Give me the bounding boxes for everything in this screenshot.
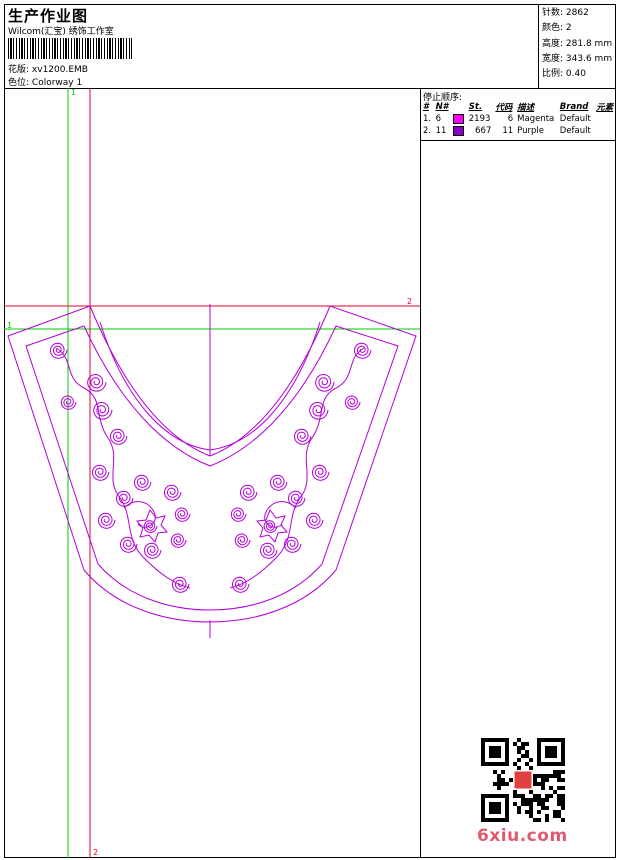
collar-embroidery (7, 304, 417, 638)
row-index: 1. (423, 114, 432, 124)
col-brand: Brand (559, 102, 589, 112)
row-brand: Default (559, 114, 591, 124)
design-file-value: xv1200.EMB (31, 65, 88, 75)
right-column-divider (420, 88, 421, 858)
spiral (315, 373, 335, 392)
collar-inner-outline (25, 325, 399, 611)
row-stitches: 667 (475, 126, 492, 136)
col-index: # (423, 102, 429, 112)
col-stitches: St. (468, 102, 483, 112)
spiral (109, 428, 128, 445)
row-swatch-cell (451, 125, 467, 137)
spiral (97, 512, 116, 529)
colorway-row: 色位: Colorway 1 (8, 75, 82, 88)
spiral (259, 542, 278, 559)
design-file-label: 花版: (8, 65, 30, 75)
spiral (293, 428, 312, 445)
row-index: 2. (423, 126, 432, 136)
guide-label: 2 (407, 297, 412, 306)
stat-label: 颜色: (542, 23, 564, 34)
spiral (230, 507, 247, 522)
thread-table-header: # N# St. 代码 描述 Brand 元素 (421, 101, 616, 113)
spiral (133, 474, 152, 491)
spiral (143, 520, 158, 533)
row-swatch-cell (451, 113, 467, 125)
spiral (174, 507, 191, 522)
guide-label: 1 (71, 88, 76, 97)
spiral (93, 401, 113, 420)
col-code: 代码 (495, 103, 513, 113)
col-element: 元素 (596, 103, 614, 113)
stat-stitches: 针数: 2862 (542, 6, 612, 21)
company-name: Wilcom(汇宝) 绣饰工作室 (8, 27, 114, 37)
row-needle: 11 (435, 126, 447, 136)
spiral (60, 395, 77, 410)
color-swatch (453, 113, 465, 124)
row-description: Magenta (517, 114, 555, 124)
spiral (309, 401, 329, 420)
stat-value: 2862 (565, 8, 589, 18)
stat-label: 高度: (542, 38, 564, 49)
row-code: 11 (502, 126, 514, 136)
thread-table: # N# St. 代码 描述 Brand 元素 1. 6 2193 6 Mage… (421, 101, 616, 137)
col-needle: N# (435, 102, 449, 112)
spiral (283, 536, 302, 553)
row-element (594, 125, 616, 137)
row-element (594, 113, 616, 125)
row-stitches: 2193 (468, 114, 491, 124)
stat-value: 2 (565, 23, 572, 34)
right-vine (229, 347, 365, 589)
qr-code (481, 738, 565, 822)
stat-colors: 颜色: 2 (542, 21, 612, 36)
spiral (115, 490, 134, 507)
spiral (344, 395, 361, 410)
table-row: 1. 6 2193 6 Magenta Default (421, 113, 616, 125)
stat-label: 比例: (542, 69, 564, 80)
row-brand: Default (559, 126, 591, 136)
spiral (239, 484, 258, 501)
stat-value: 343.6 mm (565, 53, 613, 64)
stat-width: 宽度: 343.6 mm (542, 52, 612, 67)
row-needle: 6 (435, 114, 441, 124)
spiral (143, 542, 162, 559)
spiral (170, 533, 187, 548)
left-vine (55, 347, 191, 589)
spiral (311, 464, 330, 481)
stat-scale: 比例: 0.40 (542, 67, 612, 82)
row-description: Purple (517, 126, 545, 136)
barcode (8, 38, 132, 59)
colorway-value: Colorway 1 (31, 78, 83, 88)
colorway-label: 色位: (8, 78, 30, 88)
spiral (353, 342, 372, 359)
stat-height: 高度: 281.8 mm (542, 37, 612, 52)
qr-logo (514, 771, 532, 789)
guide-label: 2 (93, 848, 98, 857)
guide-label: 1 (7, 321, 12, 330)
stat-value: 0.40 (565, 69, 586, 80)
stat-label: 宽度: (542, 53, 564, 64)
spiral (163, 484, 182, 501)
table-bottom-rule (420, 140, 616, 141)
spiral (234, 533, 251, 548)
page-title: 生产作业图 (8, 7, 89, 25)
col-swatch (451, 101, 467, 113)
stat-label: 针数: (542, 8, 564, 18)
spiral (91, 464, 110, 481)
color-swatch (453, 125, 465, 136)
spiral (305, 512, 324, 529)
watermark: 6xiu.com (477, 826, 568, 846)
spiral-ornaments (49, 342, 372, 593)
design-stats: 针数: 2862 颜色: 2 高度: 281.8 mm 宽度: 343.6 mm… (542, 6, 612, 82)
col-description: 描述 (517, 103, 535, 113)
row-code: 6 (507, 114, 514, 124)
embroidery-design-preview: 1 1 2 2 (4, 88, 420, 858)
table-row: 2. 11 667 11 Purple Default (421, 125, 616, 137)
stats-divider (538, 4, 539, 88)
spiral (269, 474, 288, 491)
design-file-row: 花版: xv1200.EMB (8, 62, 88, 75)
stat-value: 281.8 mm (565, 38, 613, 49)
